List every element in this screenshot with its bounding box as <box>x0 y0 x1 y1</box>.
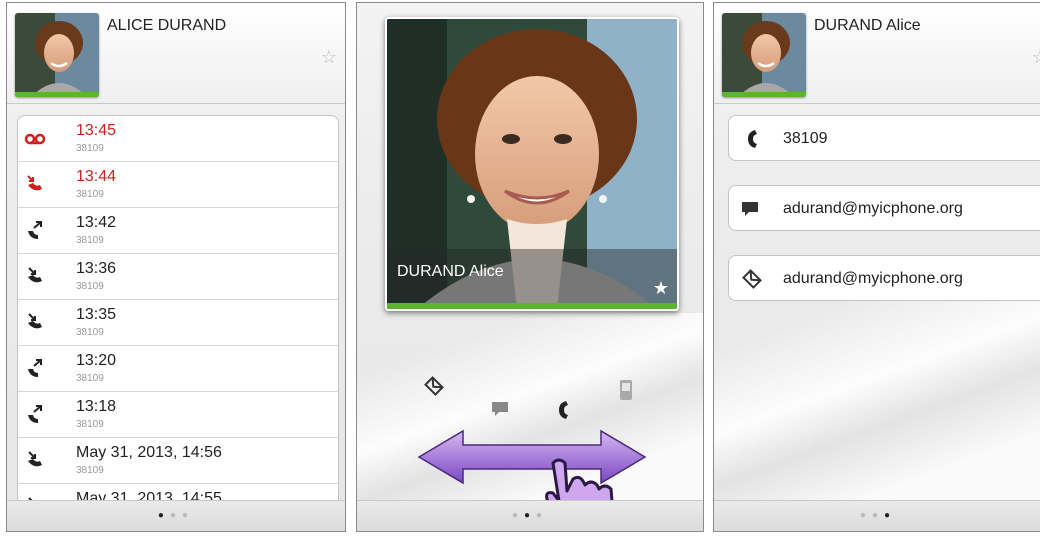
phone-icon <box>741 128 763 150</box>
call-time: May 31, 2013, 14:56 <box>76 444 222 461</box>
call-row[interactable]: 13:42 38109 <box>18 208 338 254</box>
call-number: 38109 <box>76 235 104 246</box>
call-time: 13:35 <box>76 306 117 323</box>
call-time: 13:20 <box>76 352 117 369</box>
page-indicator-bar: ●●● <box>357 500 703 531</box>
presence-bar <box>15 92 99 97</box>
call-history-panel: ALICE DURAND ☆ 13:45 38109 13:44 38109 13:42… <box>6 2 346 532</box>
call-time: 13:18 <box>76 398 117 415</box>
detail-value: adurand@myicphone.org <box>783 270 963 287</box>
call-number: 38109 <box>76 281 104 292</box>
page-dots[interactable]: ●●● <box>714 510 1040 521</box>
phone-icon[interactable] <box>555 399 571 426</box>
card-caption: DURAND Alice <box>387 249 677 303</box>
contact-header: ALICE DURAND ☆ <box>7 3 345 104</box>
favorite-star-icon[interactable]: ★ <box>653 278 669 299</box>
call-number: 38109 <box>76 465 104 476</box>
background-wave <box>714 283 1040 503</box>
call-row[interactable]: 13:36 38109 <box>18 254 338 300</box>
outgoing-call-icon <box>24 219 46 241</box>
contact-name: ALICE DURAND <box>107 17 227 34</box>
call-time: 13:42 <box>76 214 117 231</box>
outgoing-call-icon <box>24 357 46 379</box>
call-row[interactable]: May 31, 2013, 14:56 38109 <box>18 438 338 484</box>
page-dots[interactable]: ●●● <box>357 510 703 521</box>
missed-call-icon <box>24 173 46 195</box>
detail-email[interactable]: adurand@myicphone.org <box>728 255 1040 301</box>
call-number: 38109 <box>76 419 104 430</box>
detail-im[interactable]: adurand@myicphone.org <box>728 185 1040 231</box>
call-number: 38109 <box>76 189 104 200</box>
call-row[interactable]: 13:44 38109 <box>18 162 338 208</box>
call-number: 38109 <box>76 327 104 338</box>
detail-value: 38109 <box>783 130 828 147</box>
avatar[interactable] <box>722 13 806 97</box>
incoming-call-icon <box>24 311 46 333</box>
contact-details-panel: DURAND Alice ☆ 38109 adurand@myicphone.o… <box>713 2 1040 532</box>
page-dots[interactable]: ●●● <box>7 510 345 521</box>
mobile-icon[interactable] <box>619 379 633 406</box>
contact-photo-card[interactable]: DURAND Alice ★ <box>385 17 679 311</box>
favorite-star-icon[interactable]: ☆ <box>321 47 337 68</box>
email-icon <box>741 268 763 290</box>
favorite-star-icon[interactable]: ☆ <box>1032 47 1040 68</box>
call-time: 13:36 <box>76 260 117 277</box>
call-time: 13:45 <box>76 122 117 139</box>
call-row[interactable]: 13:35 38109 <box>18 300 338 346</box>
avatar[interactable] <box>15 13 99 97</box>
call-row[interactable]: 13:45 38109 <box>18 116 338 162</box>
presence-bar <box>722 92 806 97</box>
page-indicator-bar: ●●● <box>714 500 1040 531</box>
call-time: 13:44 <box>76 168 117 185</box>
contact-name: DURAND Alice <box>814 17 921 34</box>
contact-card-panel: DURAND Alice ★ ●●● <box>356 2 704 532</box>
call-number: 38109 <box>76 373 104 384</box>
call-row[interactable]: 13:20 38109 <box>18 346 338 392</box>
incoming-call-icon <box>24 265 46 287</box>
call-list[interactable]: 13:45 38109 13:44 38109 13:42 38109 13:36 38109… <box>17 115 339 507</box>
detail-phone[interactable]: 38109 <box>728 115 1040 161</box>
im-icon[interactable] <box>491 401 509 422</box>
detail-value: adurand@myicphone.org <box>783 200 963 217</box>
outgoing-call-icon <box>24 403 46 425</box>
email-icon[interactable] <box>423 375 445 402</box>
call-row[interactable]: 13:18 38109 <box>18 392 338 438</box>
card-contact-name: DURAND Alice <box>397 263 504 280</box>
voicemail-call-icon <box>24 127 46 149</box>
call-number: 38109 <box>76 143 104 154</box>
im-icon <box>741 198 763 220</box>
page-indicator-bar: ●●● <box>7 500 345 531</box>
incoming-call-icon <box>24 449 46 471</box>
contact-header: DURAND Alice ☆ <box>714 3 1040 104</box>
presence-bar <box>387 303 677 309</box>
